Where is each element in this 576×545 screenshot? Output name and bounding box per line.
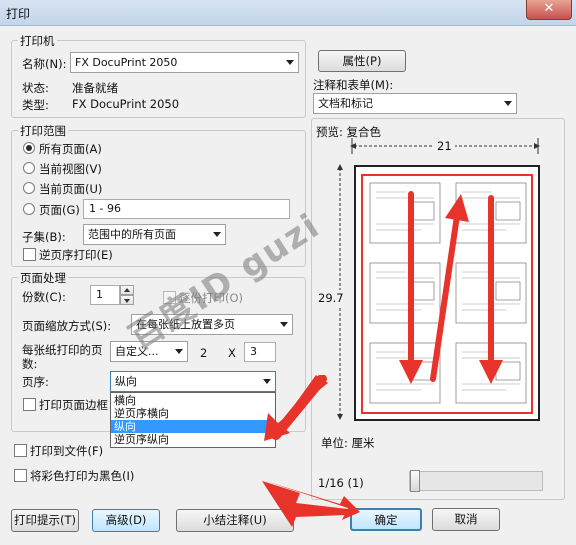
print-border-checkbox[interactable] xyxy=(23,398,36,411)
annotations-select[interactable]: 文档和标记 xyxy=(313,93,517,114)
copies-down-icon[interactable] xyxy=(120,295,134,305)
printer-group-label: 打印机 xyxy=(18,33,57,49)
radio-current-view-label: 当前视图(V) xyxy=(39,162,102,176)
copies-up-icon[interactable] xyxy=(120,285,134,295)
advanced-button[interactable]: 高级(D) xyxy=(92,509,160,532)
radio-all-pages-label: 所有页面(A) xyxy=(39,142,102,156)
copies-input[interactable]: 1 xyxy=(90,285,120,305)
print-to-file-checkbox[interactable] xyxy=(14,444,27,457)
color-black-label: 将彩色打印为黑色(I) xyxy=(30,469,135,483)
annotation-arrows xyxy=(399,191,503,384)
subset-value: 范围中的所有页面 xyxy=(88,228,176,241)
page-order-dropdown: 横向 逆页序横向 纵向 逆页序纵向 xyxy=(110,392,276,448)
grid-cols-value: 2 xyxy=(200,346,208,360)
chevron-down-icon xyxy=(280,322,288,327)
page-slider-thumb[interactable] xyxy=(410,470,420,492)
annotations-value: 文档和标记 xyxy=(318,97,373,110)
grid-x-label: X xyxy=(228,346,236,360)
status-label: 状态: xyxy=(22,81,49,95)
height-value: 29.7 xyxy=(318,290,344,306)
chevron-down-icon xyxy=(286,60,294,65)
dropdown-option-highlighted[interactable]: 纵向 xyxy=(111,420,275,433)
pages-range-input[interactable]: 1 - 96 xyxy=(83,199,290,219)
page-order-value: 纵向 xyxy=(115,375,137,388)
chevron-down-icon xyxy=(175,349,183,354)
width-value: 21 xyxy=(434,139,455,153)
print-tips-button[interactable]: 打印提示(T) xyxy=(11,509,79,532)
close-button[interactable]: ✕ xyxy=(526,0,572,20)
annotations-label: 注释和表单(M): xyxy=(313,78,394,92)
type-value: FX DocuPrint 2050 xyxy=(72,97,180,111)
radio-pages[interactable] xyxy=(23,203,35,215)
copies-label: 份数(C): xyxy=(22,290,66,304)
page-handling-label: 页面处理 xyxy=(18,270,68,286)
window-title: 打印 xyxy=(6,7,31,21)
reverse-order-checkbox[interactable] xyxy=(23,248,36,261)
dropdown-option[interactable]: 逆页序横向 xyxy=(111,407,275,420)
subset-label: 子集(B): xyxy=(22,230,66,244)
print-range-label: 打印范围 xyxy=(18,123,68,139)
grid-rows-input[interactable]: 3 xyxy=(244,342,276,362)
printer-name-select[interactable]: FX DocuPrint 2050 xyxy=(70,52,299,73)
print-to-file-label: 打印到文件(F) xyxy=(30,444,104,458)
dropdown-option[interactable]: 逆页序纵向 xyxy=(111,433,275,446)
color-black-checkbox[interactable] xyxy=(14,469,27,482)
radio-current-view[interactable] xyxy=(23,162,35,174)
page-slider-track[interactable] xyxy=(409,471,543,491)
cancel-button[interactable]: 取消 xyxy=(432,508,500,531)
page-order-select[interactable]: 纵向 xyxy=(110,371,276,392)
page-order-label: 页序: xyxy=(22,375,49,389)
radio-current-page[interactable] xyxy=(23,182,35,194)
printer-name-label: 名称(N): xyxy=(22,57,67,71)
printer-name-value: FX DocuPrint 2050 xyxy=(75,56,178,69)
status-value: 准备就绪 xyxy=(72,81,118,95)
pages-per-sheet-label: 每张纸打印的页数: xyxy=(22,343,103,371)
pointer-arrow-tip xyxy=(262,480,360,520)
properties-button[interactable]: 属性(P) xyxy=(318,50,406,72)
title-bar xyxy=(0,0,576,26)
chevron-down-icon xyxy=(504,101,512,106)
radio-pages-label: 页面(G) xyxy=(39,203,80,217)
reverse-order-label: 逆页序打印(E) xyxy=(39,248,113,262)
scaling-label: 页面缩放方式(S): xyxy=(22,319,112,333)
radio-all-pages[interactable] xyxy=(23,142,35,154)
dropdown-option[interactable]: 横向 xyxy=(111,394,275,407)
print-border-label: 打印页面边框 xyxy=(39,398,108,412)
radio-current-page-label: 当前页面(U) xyxy=(39,182,103,196)
chevron-down-icon xyxy=(213,232,221,237)
type-label: 类型: xyxy=(22,98,49,112)
close-icon: ✕ xyxy=(543,1,555,16)
subset-select[interactable]: 范围中的所有页面 xyxy=(83,224,226,245)
